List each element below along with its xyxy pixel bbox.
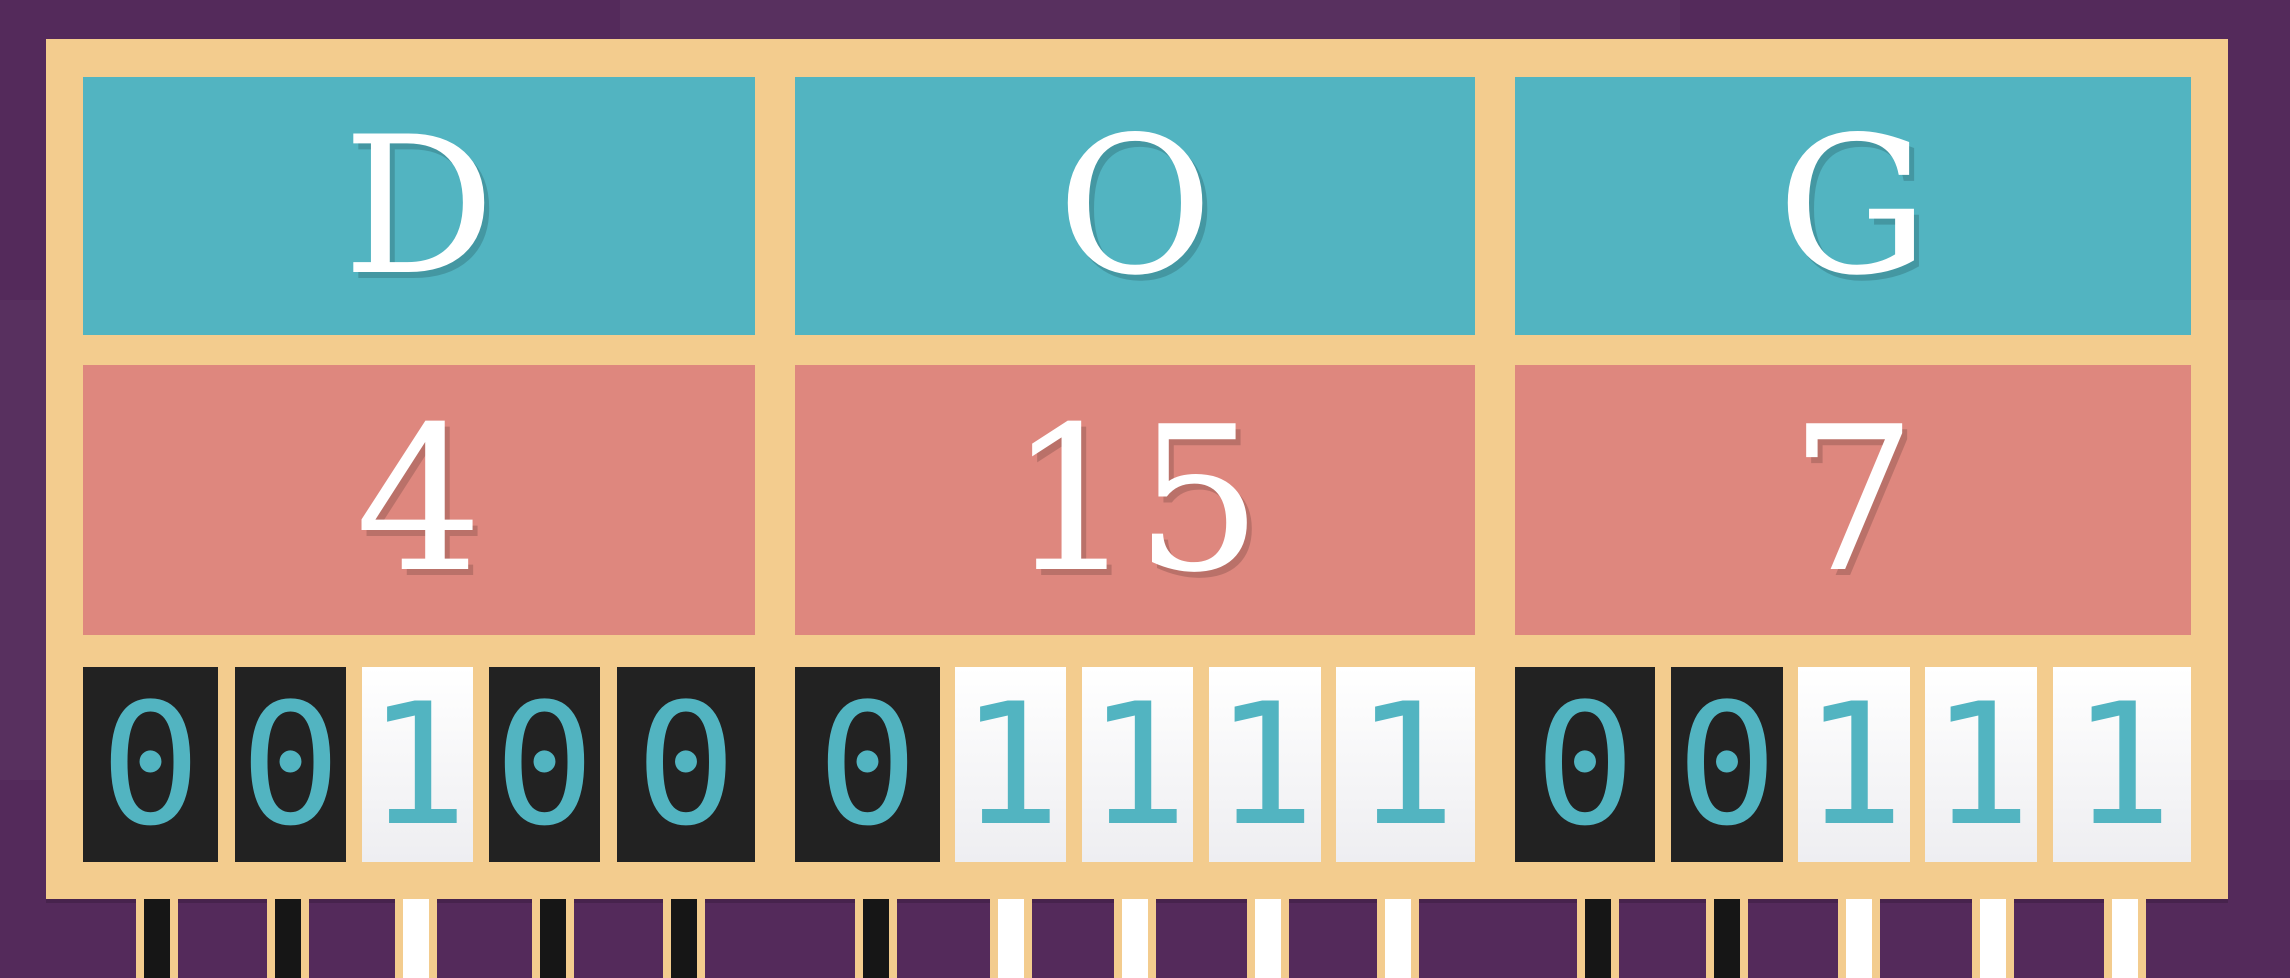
letter-o: O (1057, 95, 1213, 317)
connector-pin-o-1 (855, 899, 897, 978)
bit-d-1: 0 (83, 667, 218, 863)
letter-cell-d: D (83, 77, 755, 335)
bit-o-5: 1 (1336, 667, 1475, 863)
connector-pin-o-3 (1114, 899, 1156, 978)
connector-pin-o-4 (1247, 899, 1289, 978)
connector-pin-d-4 (532, 899, 574, 978)
connector-pin-o-5 (1377, 899, 1419, 978)
bit-o-4: 1 (1209, 667, 1321, 863)
bit-g-5: 1 (2053, 667, 2191, 863)
connector-pin-o-2 (990, 899, 1032, 978)
bit-g-4: 1 (1925, 667, 2037, 863)
encoding-board: D O G 4 15 7 0 0 1 0 0 0 1 1 1 1 0 0 1 1… (46, 39, 2228, 899)
background-shape-left (0, 300, 46, 780)
connector-pin-d-1 (136, 899, 178, 978)
background-shape-top (620, 0, 1680, 39)
letter-d: D (342, 95, 496, 317)
bit-d-3: 1 (362, 667, 473, 863)
bit-g-3: 1 (1798, 667, 1910, 863)
letter-cell-o: O (795, 77, 1475, 335)
bit-g-1: 0 (1515, 667, 1655, 863)
number-cell-g: 7 (1515, 365, 2191, 635)
connector-pin-d-3 (395, 899, 437, 978)
background-shape-right (2228, 300, 2290, 780)
connector-pin-d-5 (663, 899, 705, 978)
connector-pin-g-3 (1838, 899, 1880, 978)
connector-pin-g-2 (1706, 899, 1748, 978)
bit-o-2: 1 (955, 667, 1066, 863)
connector-pin-d-2 (267, 899, 309, 978)
connector-pin-g-1 (1577, 899, 1619, 978)
number-d: 4 (355, 383, 483, 617)
number-g: 7 (1789, 383, 1917, 617)
letter-cell-g: G (1515, 77, 2191, 335)
number-o: 15 (1007, 383, 1263, 617)
connector-pin-g-4 (1972, 899, 2014, 978)
bit-o-1: 0 (795, 667, 940, 863)
bit-d-2: 0 (235, 667, 346, 863)
bit-g-2: 0 (1671, 667, 1783, 863)
number-cell-d: 4 (83, 365, 755, 635)
letter-g: G (1777, 95, 1929, 317)
bit-d-5: 0 (617, 667, 755, 863)
connector-pin-g-5 (2104, 899, 2146, 978)
number-cell-o: 15 (795, 365, 1475, 635)
bit-o-3: 1 (1082, 667, 1193, 863)
bit-d-4: 0 (489, 667, 600, 863)
